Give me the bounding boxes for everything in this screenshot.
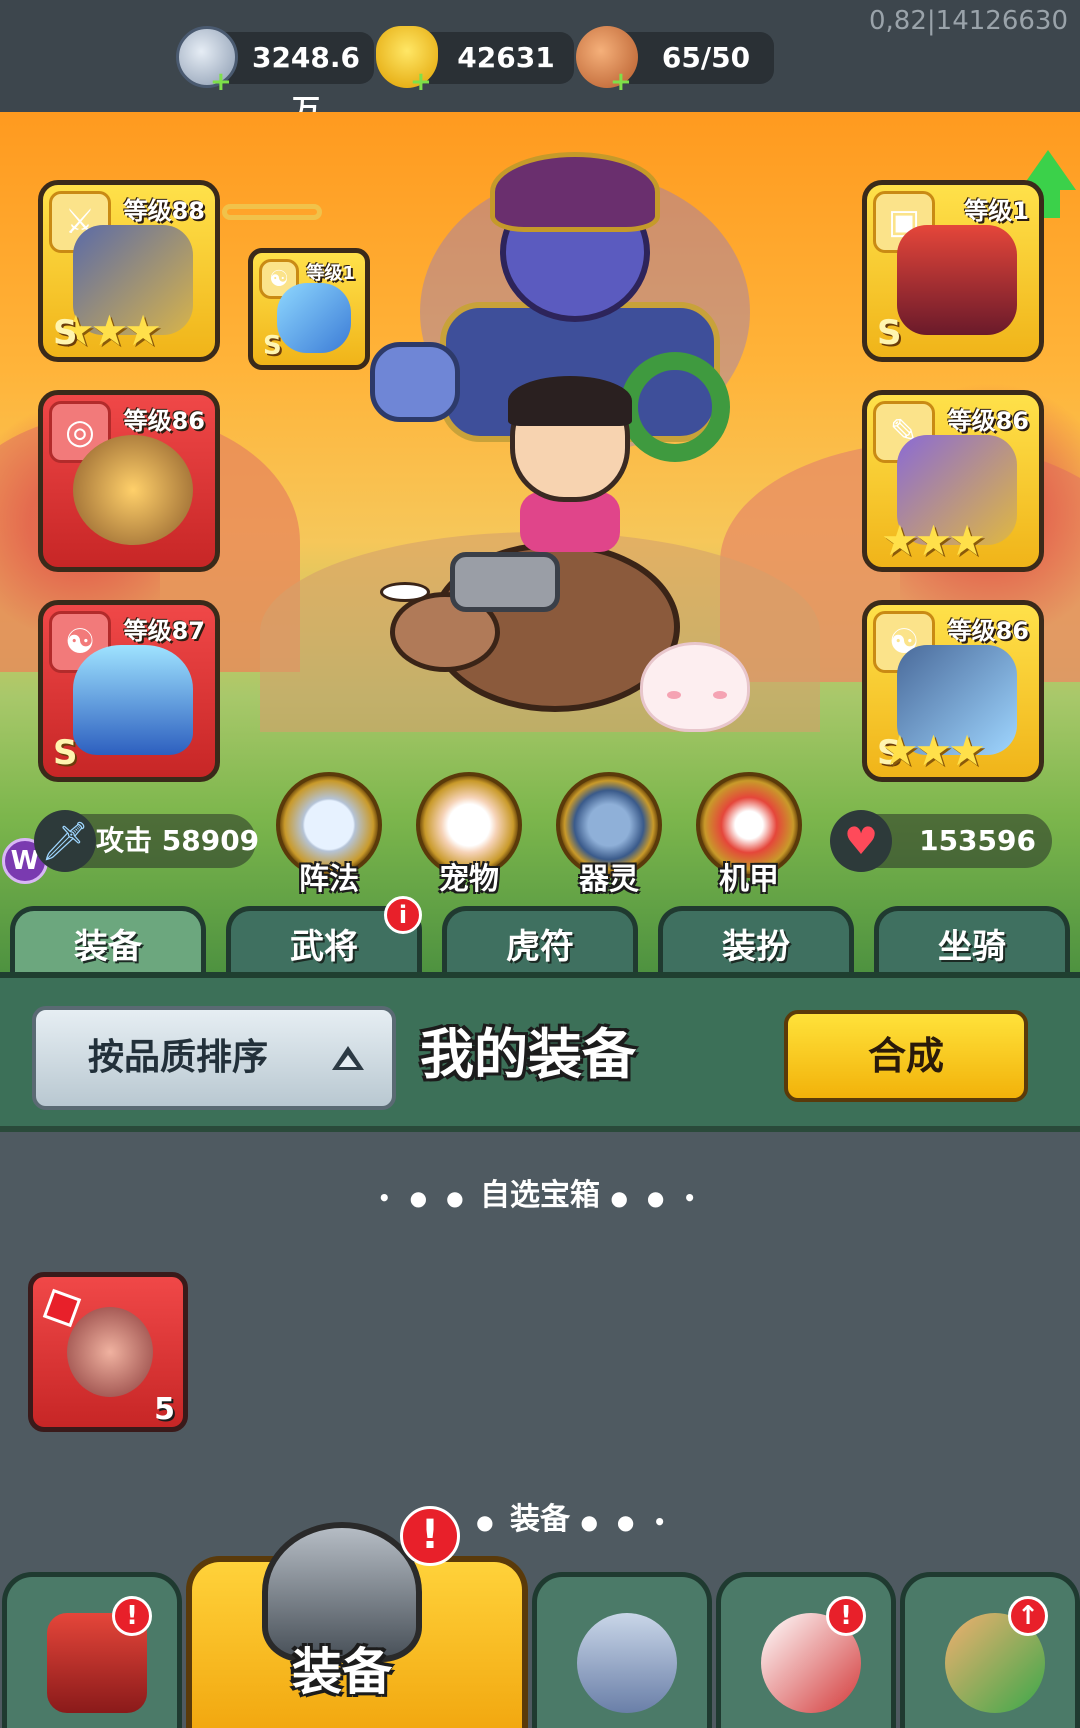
- formation-label: 阵法: [299, 862, 359, 897]
- sort-by-quality-dropdown[interactable]: 按品质排序: [32, 1006, 396, 1110]
- tab-equipment[interactable]: 装备: [10, 906, 206, 976]
- bracer-stars: ★★★: [881, 516, 986, 565]
- section-title: 装备: [510, 1502, 570, 1537]
- helmet-art: [73, 645, 193, 755]
- armor-level: 等级1: [964, 197, 1029, 225]
- mech-label: 机甲: [719, 862, 779, 897]
- category-tabs: 装备 武将 虎符 装扮 坐骑: [0, 904, 1080, 976]
- gem-slot[interactable]: ☯ 等级1 S: [248, 248, 370, 370]
- hp-value: 153596: [919, 824, 1036, 857]
- sort-label: 按品质排序: [88, 1037, 269, 1078]
- formation-button[interactable]: 阵法: [274, 772, 384, 902]
- item-count: 5: [154, 1392, 175, 1427]
- weapon-slot[interactable]: ⚔ 等级88 ★★★ S: [38, 180, 220, 362]
- weapon-level: 等级88: [123, 197, 205, 225]
- dots-decoration: ● ● •: [580, 1510, 673, 1534]
- chain-link-icon: [222, 204, 322, 220]
- alert-badge-icon: !: [400, 1506, 460, 1566]
- crossed-swords-icon: [577, 1613, 677, 1713]
- nav-shop[interactable]: [2, 1572, 182, 1728]
- armor-slot[interactable]: ▣ 等级1 S: [862, 180, 1044, 362]
- nav-battle[interactable]: [532, 1572, 712, 1728]
- food-value: 65/50: [661, 41, 751, 74]
- tab-mount[interactable]: 坐骑: [874, 906, 1070, 976]
- up-arrow-badge-icon: ↑: [1008, 1596, 1048, 1636]
- necklace-slot[interactable]: ◎ 等级86: [38, 390, 220, 572]
- helmet-level: 等级87: [123, 617, 205, 645]
- bun-pet-art: [640, 642, 750, 732]
- pet-button[interactable]: 宠物: [414, 772, 524, 902]
- equipment-header-panel: 按品质排序 我的装备 合成: [0, 972, 1080, 1132]
- boots-slot[interactable]: ☯ 等级86 S ★★★: [862, 600, 1044, 782]
- gold-value: 42631: [457, 41, 555, 74]
- bracer-slot[interactable]: ✎ 等级86 ★★★: [862, 390, 1044, 572]
- pet-label: 宠物: [439, 862, 499, 897]
- necklace-art: [73, 435, 193, 545]
- necklace-level: 等级86: [123, 407, 205, 435]
- boots-stars: ★★★: [881, 726, 986, 775]
- boots-level: 等级86: [947, 617, 1029, 645]
- tab-tiger-tally[interactable]: 虎符: [442, 906, 638, 976]
- coin-resource[interactable]: + 3248.6万: [176, 26, 374, 126]
- attack-value: 攻击 58909: [96, 824, 260, 857]
- merge-button[interactable]: 合成: [784, 1010, 1028, 1102]
- attack-stat: 🗡 攻击 58909: [34, 810, 260, 872]
- merge-label: 合成: [867, 1034, 944, 1078]
- inventory-list: • ● ● 自选宝箱 ● ● • 5 • ● ● 装备 ● ● •: [0, 1132, 1080, 1568]
- dots-decoration: ● ● •: [610, 1186, 703, 1210]
- helmet-slot[interactable]: ☯ 等级87 S: [38, 600, 220, 782]
- weapon-grade: S: [53, 313, 78, 353]
- gold-resource[interactable]: + 42631: [376, 26, 574, 95]
- mech-button[interactable]: 机甲: [694, 772, 804, 902]
- bottom-navigation: 装备: [0, 1522, 1080, 1728]
- sword-icon: 🗡: [34, 810, 96, 872]
- hp-stat: ♥ 153596: [830, 810, 1052, 872]
- chest-item-art: [67, 1307, 153, 1397]
- debug-readout: 0,82|14126630: [869, 6, 1068, 36]
- weapon-spirit-label: 器灵: [579, 862, 639, 897]
- nav-rewards[interactable]: [716, 1572, 896, 1728]
- bracer-level: 等级86: [947, 407, 1029, 435]
- flag-icon: [42, 1288, 82, 1328]
- weapon-spirit-button[interactable]: 器灵: [554, 772, 664, 902]
- add-food-icon[interactable]: +: [610, 69, 632, 95]
- panel-title: 我的装备: [420, 1023, 636, 1086]
- selectable-chest-item[interactable]: 5: [28, 1272, 188, 1432]
- add-coin-icon[interactable]: +: [210, 69, 232, 95]
- nav-equipment-label: 装备: [292, 1643, 392, 1701]
- nav-equipment[interactable]: 装备: [186, 1522, 528, 1728]
- info-badge-icon: i: [384, 896, 422, 934]
- nav-upgrade[interactable]: [900, 1572, 1080, 1728]
- helmet-grade: S: [53, 733, 78, 773]
- gem-level: 等级1: [306, 263, 355, 284]
- alert-badge-icon: !: [112, 1596, 152, 1636]
- section-header-chest: • ● ● 自选宝箱 ● ● •: [0, 1170, 1080, 1214]
- tab-outfit[interactable]: 装扮: [658, 906, 854, 976]
- gem-grade: S: [263, 331, 282, 361]
- resource-bar: + 3248.6万 + 42631 + 65/50 0,82|14126630: [0, 0, 1080, 126]
- section-header-equipment: • ● ● 装备 ● ● •: [0, 1494, 1080, 1538]
- dots-decoration: • ● ●: [377, 1186, 470, 1210]
- gem-art: [277, 283, 351, 353]
- hero-character[interactable]: [490, 372, 650, 552]
- alert-badge-icon: !: [826, 1596, 866, 1636]
- section-title: 自选宝箱: [480, 1178, 600, 1213]
- heart-icon: ♥: [830, 810, 892, 872]
- food-resource[interactable]: + 65/50: [576, 26, 774, 95]
- armor-art: [897, 225, 1017, 335]
- add-gold-icon[interactable]: +: [410, 69, 432, 95]
- armor-grade: S: [877, 313, 902, 353]
